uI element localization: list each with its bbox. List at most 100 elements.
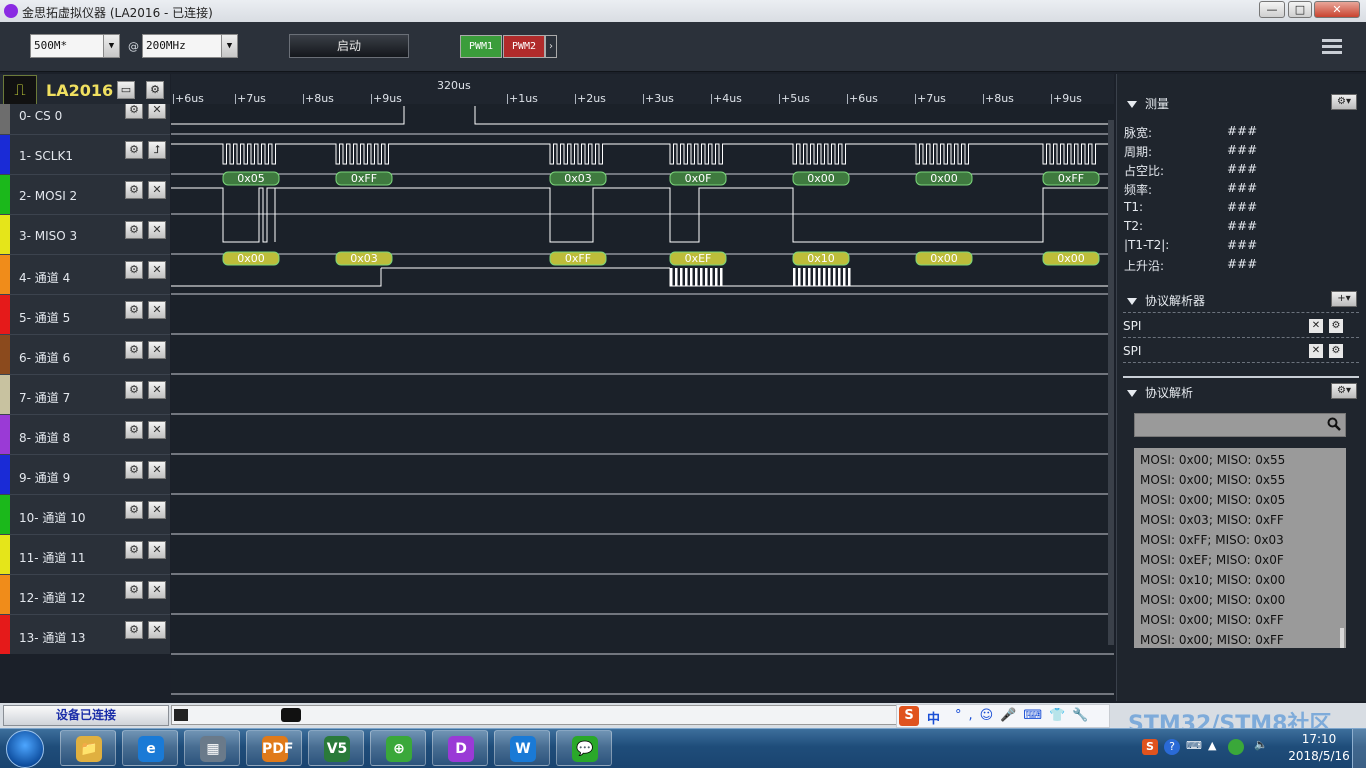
taskbar-v5-button[interactable]: V5 xyxy=(308,730,364,766)
channel-row[interactable]: 8- 通道 8 ⚙ ✕ xyxy=(0,414,170,454)
channel-settings-icon[interactable]: ⚙ xyxy=(125,541,143,559)
decode-row[interactable]: MOSI: 0x03; MISO: 0xFF xyxy=(1140,513,1284,527)
hamburger-menu-icon[interactable] xyxy=(1322,39,1342,55)
taskbar-explorer-button[interactable]: 📁 xyxy=(60,730,116,766)
decode-row[interactable]: MOSI: 0x00; MISO: 0x00 xyxy=(1140,593,1285,607)
channel-settings-icon[interactable]: ⚙ xyxy=(125,621,143,639)
close-button[interactable]: ✕ xyxy=(1314,1,1360,18)
gear-icon[interactable]: ⚙ xyxy=(1329,344,1343,358)
channel-settings-icon[interactable]: ⚙ xyxy=(125,301,143,319)
channel-row[interactable]: 12- 通道 12 ⚙ ✕ xyxy=(0,574,170,614)
miso-decode-pill[interactable]: 0xFF xyxy=(549,251,607,266)
maximize-button[interactable]: □ xyxy=(1288,1,1312,18)
channel-row[interactable]: 2- MOSI 2 ⚙ ✕ xyxy=(0,174,170,214)
close-icon[interactable]: ✕ xyxy=(148,221,166,239)
taskbar-wechat-button[interactable]: 💬 xyxy=(556,730,612,766)
miso-decode-pill[interactable]: 0x00 xyxy=(1042,251,1100,266)
windows-start-button[interactable] xyxy=(6,730,44,768)
vertical-scrollbar[interactable] xyxy=(1108,120,1114,645)
horizontal-scroll-thumb[interactable] xyxy=(281,708,301,722)
decode-settings-icon[interactable]: ⚙▾ xyxy=(1331,383,1357,399)
close-icon[interactable]: ✕ xyxy=(148,381,166,399)
decode-row[interactable]: MOSI: 0x00; MISO: 0x55 xyxy=(1140,473,1285,487)
decode-row[interactable]: MOSI: 0xFF; MISO: 0x03 xyxy=(1140,533,1284,547)
taskbar-pdf-button[interactable]: PDF xyxy=(246,730,302,766)
decode-result-list[interactable]: MOSI: 0x00; MISO: 0x55 MOSI: 0x00; MISO: … xyxy=(1134,448,1346,648)
close-icon[interactable]: ✕ xyxy=(148,301,166,319)
mosi-decode-pill[interactable]: 0x0F xyxy=(669,171,727,186)
trigger-edge-icon[interactable]: ⮥ xyxy=(148,141,166,159)
channel-settings-icon[interactable]: ⚙ xyxy=(125,461,143,479)
scroll-left-icon[interactable] xyxy=(174,709,188,721)
decode-section-title[interactable]: 协议解析 xyxy=(1127,384,1193,401)
waveform-area[interactable]: 0x05 0x00 0xFF 0x03 0x03 0xFF 0x0F 0xEF 0x00 0x10… xyxy=(171,104,1114,699)
decode-search-box[interactable] xyxy=(1134,413,1346,437)
channel-row[interactable]: 10- 通道 10 ⚙ ✕ xyxy=(0,494,170,534)
close-icon[interactable]: ✕ xyxy=(148,581,166,599)
close-icon[interactable]: ✕ xyxy=(148,541,166,559)
decode-row[interactable]: MOSI: 0x00; MISO: 0xFF xyxy=(1140,633,1284,647)
decode-list-scrollbar[interactable] xyxy=(1340,628,1344,648)
analyzer-row[interactable]: SPI ✕ ⚙ xyxy=(1123,316,1359,338)
decode-row[interactable]: MOSI: 0x00; MISO: 0x05 xyxy=(1140,493,1285,507)
channel-row[interactable]: 13- 通道 13 ⚙ ✕ xyxy=(0,614,170,654)
ime-toolbar[interactable]: S 中 °,☺🎤⌨👕🔧 xyxy=(896,704,1110,728)
channel-settings-icon[interactable]: ⚙ xyxy=(125,221,143,239)
mosi-decode-pill[interactable]: 0x00 xyxy=(792,171,850,186)
close-icon[interactable]: ✕ xyxy=(148,621,166,639)
decode-row[interactable]: MOSI: 0x00; MISO: 0x55 xyxy=(1140,453,1285,467)
channel-row[interactable]: 0- CS 0 ⚙ ✕ xyxy=(0,104,170,134)
channel-settings-icon[interactable]: ⚙ xyxy=(125,141,143,159)
channel-row[interactable]: 11- 通道 11 ⚙ ✕ xyxy=(0,534,170,574)
decode-row[interactable]: MOSI: 0x10; MISO: 0x00 xyxy=(1140,573,1285,587)
decode-row[interactable]: MOSI: 0xEF; MISO: 0x0F xyxy=(1140,553,1284,567)
miso-decode-pill[interactable]: 0x10 xyxy=(792,251,850,266)
close-icon[interactable]: ✕ xyxy=(1309,319,1323,333)
close-icon[interactable]: ✕ xyxy=(148,421,166,439)
channel-row[interactable]: 7- 通道 7 ⚙ ✕ xyxy=(0,374,170,414)
mosi-decode-pill[interactable]: 0xFF xyxy=(1042,171,1100,186)
channel-row[interactable]: 3- MISO 3 ⚙ ✕ xyxy=(0,214,170,254)
channel-settings-icon[interactable]: ⚙ xyxy=(125,104,143,119)
close-icon[interactable]: ✕ xyxy=(148,501,166,519)
360-tray-icon[interactable] xyxy=(1228,739,1244,755)
close-icon[interactable]: ✕ xyxy=(148,181,166,199)
miso-decode-pill[interactable]: 0xEF xyxy=(669,251,727,266)
mosi-decode-pill[interactable]: 0xFF xyxy=(335,171,393,186)
close-icon[interactable]: ✕ xyxy=(148,341,166,359)
measure-settings-icon[interactable]: ⚙▾ xyxy=(1331,94,1357,110)
sample-depth-select[interactable]: 500M* ▼ xyxy=(30,34,120,58)
gear-icon[interactable]: ⚙ xyxy=(1329,319,1343,333)
search-icon[interactable] xyxy=(1327,417,1341,431)
ime-mode-label[interactable]: 中 xyxy=(927,708,940,727)
pwm2-button[interactable]: PWM2 xyxy=(503,35,545,58)
analyzer-row[interactable]: SPI ✕ ⚙ xyxy=(1123,341,1359,363)
decode-search-input[interactable] xyxy=(1135,414,1325,436)
sogou-tray-icon[interactable]: S xyxy=(1142,739,1158,755)
volume-icon[interactable]: 🔈 xyxy=(1254,738,1268,751)
taskbar-logic-button[interactable]: D xyxy=(432,730,488,766)
pwm-expand-button[interactable]: › xyxy=(545,35,557,58)
channel-settings-icon[interactable]: ⚙ xyxy=(125,501,143,519)
keyboard-icon[interactable]: ⌨ xyxy=(1186,739,1202,752)
taskbar-ie-button[interactable]: e xyxy=(122,730,178,766)
channel-settings-icon[interactable]: ⚙ xyxy=(125,421,143,439)
measure-section-title[interactable]: 测量 xyxy=(1127,95,1169,112)
show-desktop-button[interactable] xyxy=(1352,729,1366,768)
add-analyzer-button[interactable]: +▾ xyxy=(1331,291,1357,307)
start-button[interactable]: 启动 xyxy=(289,34,409,58)
close-icon[interactable]: ✕ xyxy=(148,261,166,279)
channel-settings-icon[interactable]: ⚙ xyxy=(125,341,143,359)
pwm1-button[interactable]: PWM1 xyxy=(460,35,502,58)
clock[interactable]: 17:10 2018/5/16 xyxy=(1288,731,1350,765)
channel-row[interactable]: 1- SCLK1 ⚙ ⮥ xyxy=(0,134,170,174)
ime-tool-icons[interactable]: °,☺🎤⌨👕🔧 xyxy=(955,708,1096,723)
chevron-down-icon[interactable]: ▼ xyxy=(221,35,237,57)
sogou-logo-icon[interactable]: S xyxy=(899,706,919,726)
analyzers-section-title[interactable]: 协议解析器 xyxy=(1127,292,1205,309)
channel-settings-icon[interactable]: ⚙ xyxy=(125,381,143,399)
minimize-button[interactable]: — xyxy=(1259,1,1285,18)
taskbar-wps-button[interactable]: W xyxy=(494,730,550,766)
close-icon[interactable]: ✕ xyxy=(1309,344,1323,358)
miso-decode-pill[interactable]: 0x00 xyxy=(915,251,973,266)
